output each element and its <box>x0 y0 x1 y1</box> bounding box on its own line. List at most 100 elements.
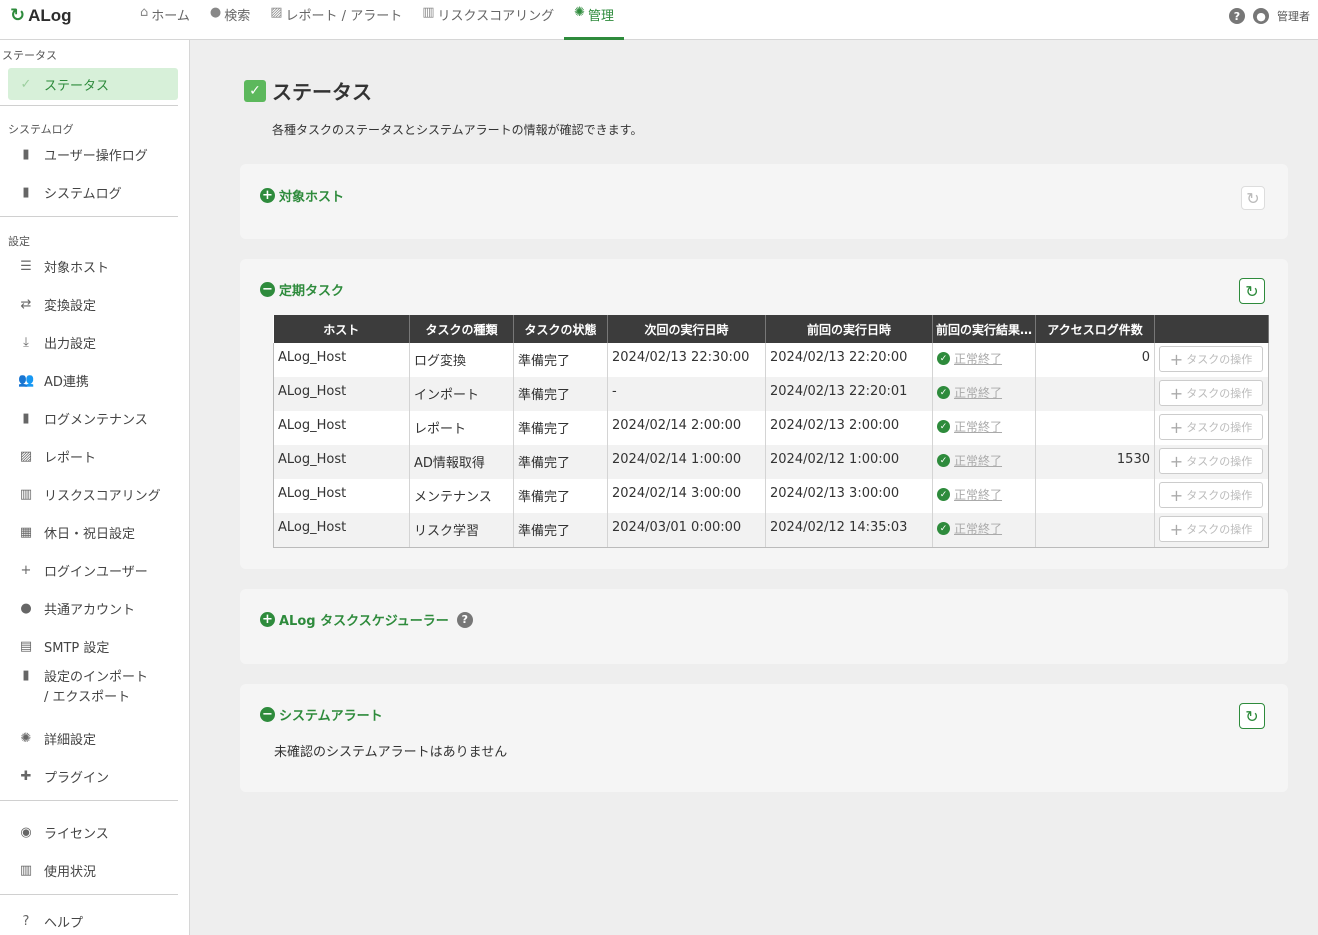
cell-access-count <box>1035 513 1155 548</box>
column-header-next-run[interactable]: 次回の実行日時 <box>607 315 766 343</box>
cell-next-run: 2024/03/01 0:00:00 <box>607 513 766 548</box>
nav-label: 管理 <box>588 9 615 24</box>
plus-icon: + <box>1169 451 1184 471</box>
column-header-task-type[interactable]: タスクの種類 <box>409 315 514 343</box>
sidebar-item-holidays[interactable]: ▦ 休日・祝日設定 <box>8 516 178 548</box>
sidebar-item-risk-scoring[interactable]: ▥ リスクスコアリング <box>8 478 178 510</box>
sidebar-item-system-log[interactable]: ▮ システムログ <box>8 176 178 208</box>
search-icon: ● <box>209 5 222 20</box>
sidebar-item-label: 対象ホスト <box>44 260 110 276</box>
logo-text: ALog <box>28 6 72 25</box>
cell-next-run: 2024/02/14 3:00:00 <box>607 479 766 513</box>
panel-title: 対象ホスト <box>279 190 345 205</box>
sidebar-item-login-users[interactable]: + ログインユーザー <box>8 554 178 586</box>
task-action-button[interactable]: + タスクの操作 <box>1159 380 1263 406</box>
sidebar-item-user-log[interactable]: ▮ ユーザー操作ログ <box>8 138 178 170</box>
check-icon: ✓ <box>20 76 32 92</box>
expand-icon: + <box>260 188 275 203</box>
cell-task-type: リスク学習 <box>409 513 514 548</box>
nav-label: レポート / アラート <box>285 9 403 24</box>
sidebar-item-usage[interactable]: ▥ 使用状況 <box>8 854 178 886</box>
sidebar-item-label: ログメンテナンス <box>44 412 148 428</box>
task-action-button[interactable]: + タスクの操作 <box>1159 482 1263 508</box>
column-header-prev-run[interactable]: 前回の実行日時 <box>765 315 933 343</box>
task-action-label: タスクの操作 <box>1186 421 1253 434</box>
nav-risk-scoring[interactable]: ▥ リスクスコアリング <box>412 0 564 40</box>
cell-task-state: 準備完了 <box>513 343 608 377</box>
panel-header-scheduled-tasks[interactable]: − 定期タスク <box>260 280 344 299</box>
panel-header-task-scheduler[interactable]: + ALog タスクスケジューラー ? <box>260 610 473 629</box>
table-row: ALog_Host リスク学習 準備完了 2024/03/01 0:00:00 2024… <box>273 513 1269 548</box>
refresh-icon: ↻ <box>1245 281 1259 301</box>
sidebar-item-help[interactable]: ? ヘルプ <box>8 905 178 935</box>
task-action-button[interactable]: + タスクの操作 <box>1159 516 1263 542</box>
sidebar-item-plugin[interactable]: ✚ プラグイン <box>8 760 178 792</box>
success-check-icon: ✓ <box>937 454 950 467</box>
sidebar-item-advanced[interactable]: ✺ 詳細設定 <box>8 722 178 754</box>
sidebar-item-conversion[interactable]: ⇄ 変換設定 <box>8 288 178 320</box>
panel-header-target-hosts[interactable]: + 対象ホスト <box>260 186 344 205</box>
sidebar-item-output[interactable]: ⤓ 出力設定 <box>8 326 178 358</box>
sidebar-item-smtp[interactable]: ▤ SMTP 設定 <box>8 630 178 662</box>
result-link[interactable]: 正常終了 <box>954 486 1002 503</box>
nav-search[interactable]: ● 検索 <box>200 0 260 40</box>
cell-task-type: レポート <box>409 411 514 445</box>
sidebar-item-label: 変換設定 <box>44 298 97 314</box>
cell-actions: + タスクの操作 <box>1154 411 1269 445</box>
panel-header-system-alerts[interactable]: − システムアラート <box>260 705 383 724</box>
column-header-prev-result[interactable]: 前回の実行結果… <box>932 315 1036 343</box>
result-link[interactable]: 正常終了 <box>954 384 1002 401</box>
sidebar-item-maintenance[interactable]: ▮ ログメンテナンス <box>8 402 178 434</box>
user-check-icon: ● <box>20 600 32 616</box>
alert-message: 未確認のシステムアラートはありません <box>274 745 508 760</box>
sidebar-item-label-2: / エクスポート <box>44 690 131 705</box>
sidebar-item-report[interactable]: ▨ レポート <box>8 440 178 472</box>
help-icon[interactable]: ? <box>1229 8 1245 24</box>
app-logo[interactable]: ↻ ALog <box>10 6 72 26</box>
refresh-icon: ↻ <box>1246 188 1260 208</box>
nav-report-alert[interactable]: ▨ レポート / アラート <box>260 0 412 40</box>
usage-chart-icon: ▥ <box>19 862 33 878</box>
puzzle-icon: ✚ <box>20 768 32 784</box>
result-link[interactable]: 正常終了 <box>954 418 1002 435</box>
table-row: ALog_Host レポート 準備完了 2024/02/14 2:00:00 2024/… <box>273 411 1269 445</box>
sidebar-item-target-hosts[interactable]: ☰ 対象ホスト <box>8 250 178 282</box>
refresh-button[interactable]: ↻ <box>1241 186 1265 210</box>
nav-home[interactable]: ⌂ ホーム <box>130 0 200 40</box>
task-action-button[interactable]: + タスクの操作 <box>1159 414 1263 440</box>
user-name[interactable]: 管理者 <box>1277 8 1310 24</box>
refresh-button[interactable]: ↻ <box>1239 278 1265 304</box>
sidebar-item-label-wrap: 設定のインポート / エクスポート <box>44 668 148 708</box>
cell-access-count: 1530 <box>1035 445 1155 479</box>
cell-prev-result: ✓ 正常終了 <box>932 445 1036 479</box>
page-title-text: ステータス <box>272 80 372 104</box>
help-icon[interactable]: ? <box>456 611 473 628</box>
sidebar-item-label: ログインユーザー <box>44 564 148 580</box>
home-icon: ⌂ <box>140 5 149 20</box>
sidebar-item-import-export[interactable]: ▮ 設定のインポート / エクスポート <box>8 668 178 708</box>
sidebar-item-common-account[interactable]: ● 共通アカウント <box>8 592 178 624</box>
task-action-button[interactable]: + タスクの操作 <box>1159 346 1263 372</box>
sidebar-item-ad[interactable]: 👥 AD連携 <box>8 364 178 396</box>
sidebar-item-label: ユーザー操作ログ <box>44 148 148 164</box>
task-action-button[interactable]: + タスクの操作 <box>1159 448 1263 474</box>
refresh-button[interactable]: ↻ <box>1239 703 1265 729</box>
result-link[interactable]: 正常終了 <box>954 452 1002 469</box>
cell-actions: + タスクの操作 <box>1154 445 1269 479</box>
table-row: ALog_Host ログ変換 準備完了 2024/02/13 22:30:00 2024… <box>273 343 1269 377</box>
panel-title: ALog タスクスケジューラー <box>279 614 449 629</box>
column-header-host[interactable]: ホスト <box>273 315 410 343</box>
column-header-task-state[interactable]: タスクの状態 <box>513 315 608 343</box>
column-header-access-count[interactable]: アクセスログ件数 <box>1035 315 1155 343</box>
user-icon[interactable]: ● <box>1253 8 1269 24</box>
result-wrap: ✓ 正常終了 <box>937 452 1031 469</box>
sidebar-item-status[interactable]: ✓ ステータス <box>8 68 178 100</box>
expand-icon: + <box>260 612 275 627</box>
sidebar-item-license[interactable]: ◉ ライセンス <box>8 816 178 848</box>
document-pen-icon: ▮ <box>22 410 30 426</box>
sidebar-item-label: レポート <box>44 450 97 466</box>
success-check-icon: ✓ <box>937 386 950 399</box>
nav-admin[interactable]: ✺ 管理 <box>564 0 625 40</box>
result-link[interactable]: 正常終了 <box>954 350 1002 367</box>
result-link[interactable]: 正常終了 <box>954 520 1002 537</box>
